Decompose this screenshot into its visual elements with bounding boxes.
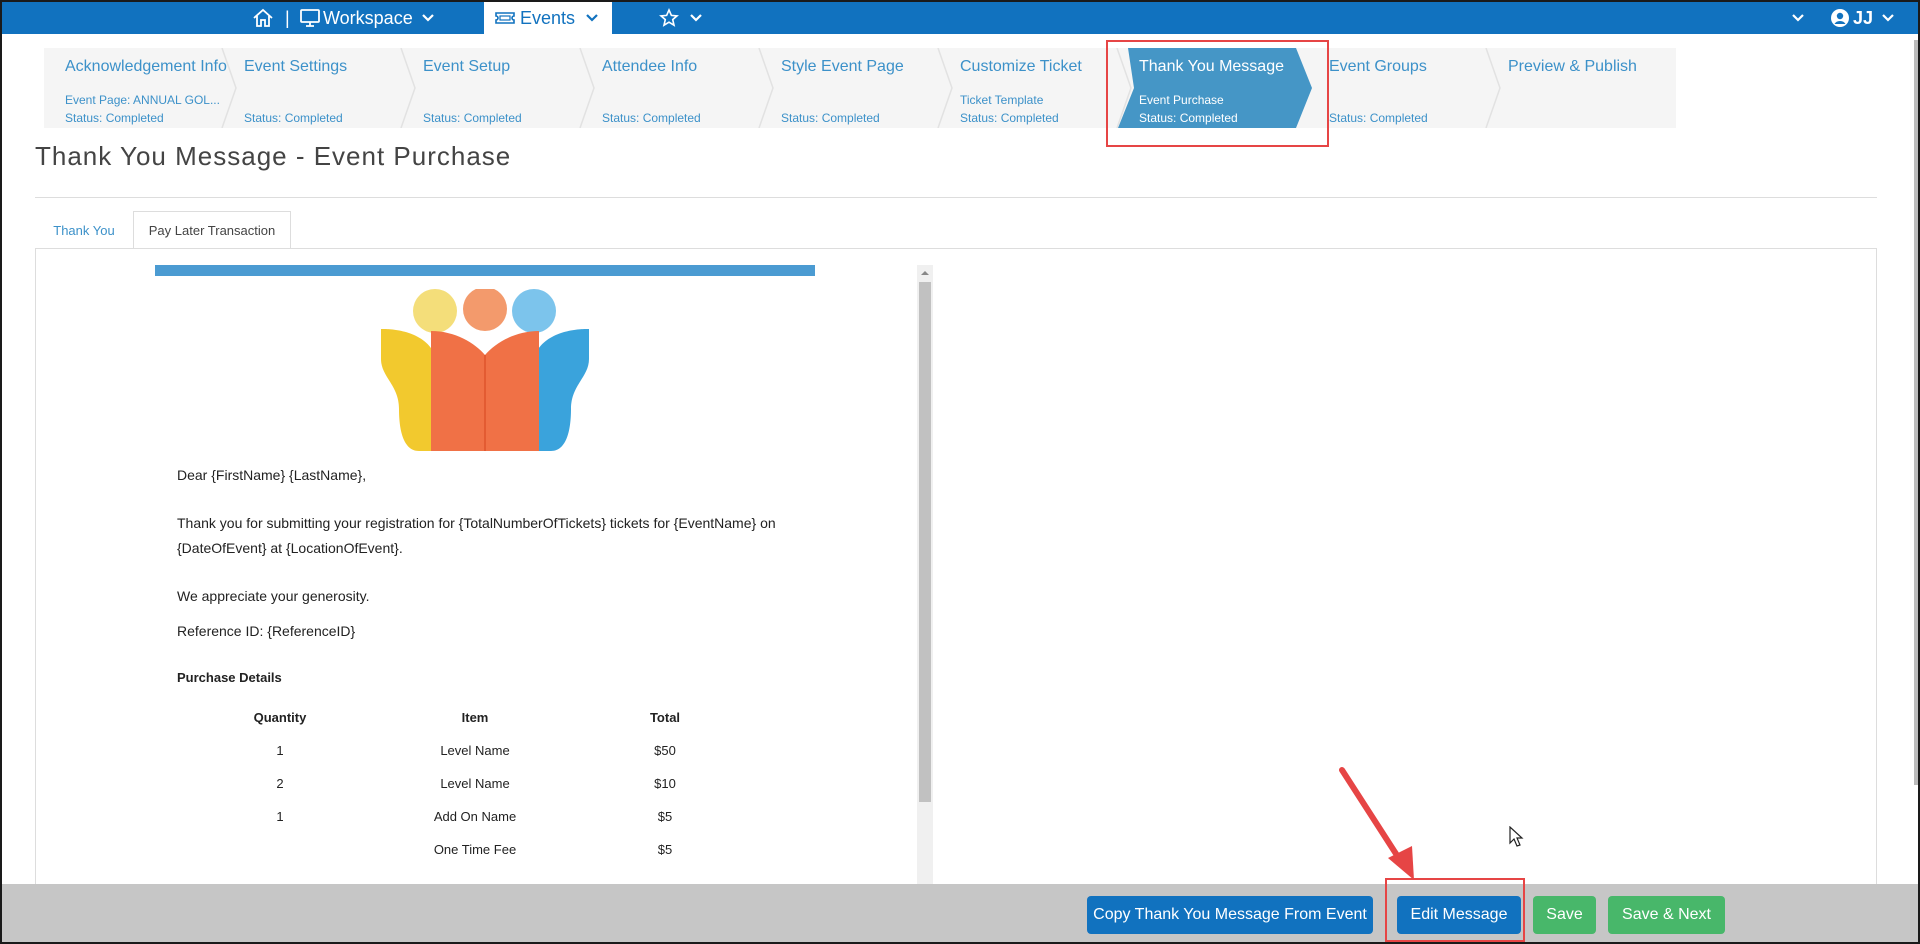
table-cell-total: $50 bbox=[654, 743, 676, 758]
home-icon bbox=[253, 8, 273, 27]
save-button[interactable]: Save bbox=[1533, 896, 1596, 934]
step-acknowledgement-info[interactable]: Acknowledgement Info Event Page: ANNUAL … bbox=[44, 48, 237, 128]
step-status: Status: Completed bbox=[602, 111, 701, 125]
step-event-settings[interactable]: Event Settings Status: Completed bbox=[223, 48, 416, 128]
message-preview: Dear {FirstName} {LastName}, Thank you f… bbox=[155, 265, 815, 885]
events-label: Events bbox=[520, 7, 576, 28]
more-menu-toggle[interactable] bbox=[1791, 2, 1805, 34]
page-scrollbar[interactable] bbox=[1914, 40, 1918, 785]
step-status: Status: Completed bbox=[781, 111, 880, 125]
step-subtitle: Ticket Template bbox=[960, 93, 1044, 107]
divider bbox=[35, 197, 1877, 198]
step-status: Status: Completed bbox=[65, 111, 164, 125]
user-avatar-icon bbox=[1831, 9, 1849, 27]
table-cell-quantity: 2 bbox=[276, 776, 284, 791]
favorites-menu[interactable] bbox=[659, 2, 703, 34]
user-menu[interactable]: JJ bbox=[1830, 2, 1895, 34]
table-header-item: Item bbox=[461, 710, 489, 725]
appreciation-text: We appreciate your generosity. bbox=[177, 588, 370, 604]
preview-header-bar bbox=[155, 265, 815, 276]
organization-logo-icon bbox=[381, 289, 589, 451]
step-title: Event Groups bbox=[1329, 58, 1427, 75]
step-title: Preview & Publish bbox=[1508, 58, 1637, 75]
table-header-quantity: Quantity bbox=[253, 710, 307, 725]
preview-scrollbar-thumb[interactable] bbox=[919, 282, 931, 802]
chevron-down-icon bbox=[690, 14, 702, 22]
workspace-menu[interactable]: Workspace bbox=[299, 2, 435, 34]
table-cell-item: Level Name bbox=[440, 743, 510, 758]
annotation-arrow-icon bbox=[1339, 767, 1414, 880]
table-cell-item: Add On Name bbox=[433, 809, 517, 824]
page-title: Thank You Message - Event Purchase bbox=[35, 141, 512, 171]
nav-separator: | bbox=[285, 7, 290, 28]
step-attendee-info[interactable]: Attendee Info Status: Completed bbox=[581, 48, 774, 128]
scroll-up-arrow-icon[interactable] bbox=[917, 265, 933, 281]
step-title: Style Event Page bbox=[781, 58, 904, 75]
step-status: Status: Completed bbox=[960, 111, 1059, 125]
mouse-pointer-icon bbox=[1509, 826, 1524, 847]
table-cell-quantity: 1 bbox=[276, 743, 284, 758]
purchase-details-heading: Purchase Details bbox=[177, 670, 282, 685]
chevron-down-icon bbox=[586, 14, 598, 22]
table-cell-item: One Time Fee bbox=[433, 842, 517, 857]
ticket-icon bbox=[495, 12, 515, 24]
save-and-next-button[interactable]: Save & Next bbox=[1608, 896, 1725, 934]
step-title: Event Settings bbox=[244, 58, 348, 75]
star-icon bbox=[659, 8, 679, 27]
events-menu[interactable]: Events bbox=[484, 2, 612, 34]
home-button[interactable] bbox=[252, 2, 274, 34]
chevron-down-icon bbox=[1882, 14, 1894, 22]
wizard-steps: Acknowledgement Info Event Page: ANNUAL … bbox=[44, 48, 1676, 128]
step-subtitle: Event Page: ANNUAL GOL... bbox=[65, 93, 220, 107]
tab-thank-you[interactable]: Thank You bbox=[36, 211, 132, 249]
step-status: Status: Completed bbox=[423, 111, 522, 125]
table-cell-total: $5 bbox=[657, 842, 673, 857]
top-nav-bar: | Workspace Events JJ bbox=[2, 2, 1918, 34]
table-header-total: Total bbox=[649, 710, 681, 725]
step-title: Attendee Info bbox=[602, 58, 698, 75]
copy-thank-you-message-button[interactable]: Copy Thank You Message From Event bbox=[1087, 896, 1373, 934]
step-status: Status: Completed bbox=[1329, 111, 1428, 125]
table-cell-quantity: 1 bbox=[276, 809, 284, 824]
step-preview-publish[interactable]: Preview & Publish bbox=[1487, 48, 1676, 128]
workspace-label: Workspace bbox=[323, 7, 413, 28]
step-title: Event Setup bbox=[423, 58, 511, 75]
step-event-groups[interactable]: Event Groups Status: Completed bbox=[1308, 48, 1501, 128]
body-text-line1: Thank you for submitting your registrati… bbox=[177, 515, 776, 531]
monitor-icon bbox=[300, 9, 320, 27]
step-title: Acknowledgement Info bbox=[65, 58, 227, 75]
step-customize-ticket[interactable]: Customize Ticket Ticket Template Status:… bbox=[939, 48, 1132, 128]
greeting-text: Dear {FirstName} {LastName}, bbox=[177, 467, 367, 483]
table-cell-total: $10 bbox=[654, 776, 676, 791]
body-text-line2: {DateOfEvent} at {LocationOfEvent}. bbox=[177, 540, 403, 556]
highlight-box-active-step bbox=[1106, 40, 1329, 147]
user-initials: JJ bbox=[1853, 7, 1874, 28]
step-style-event-page[interactable]: Style Event Page Status: Completed bbox=[760, 48, 953, 128]
table-cell-total: $5 bbox=[657, 809, 673, 824]
step-status: Status: Completed bbox=[244, 111, 343, 125]
chevron-down-icon bbox=[1792, 14, 1804, 22]
tab-pay-later-transaction[interactable]: Pay Later Transaction bbox=[133, 211, 291, 249]
step-event-setup[interactable]: Event Setup Status: Completed bbox=[402, 48, 595, 128]
chevron-down-icon bbox=[421, 14, 434, 22]
reference-id-text: Reference ID: {ReferenceID} bbox=[177, 623, 356, 639]
table-cell-item: Level Name bbox=[440, 776, 510, 791]
step-title: Customize Ticket bbox=[960, 58, 1082, 75]
